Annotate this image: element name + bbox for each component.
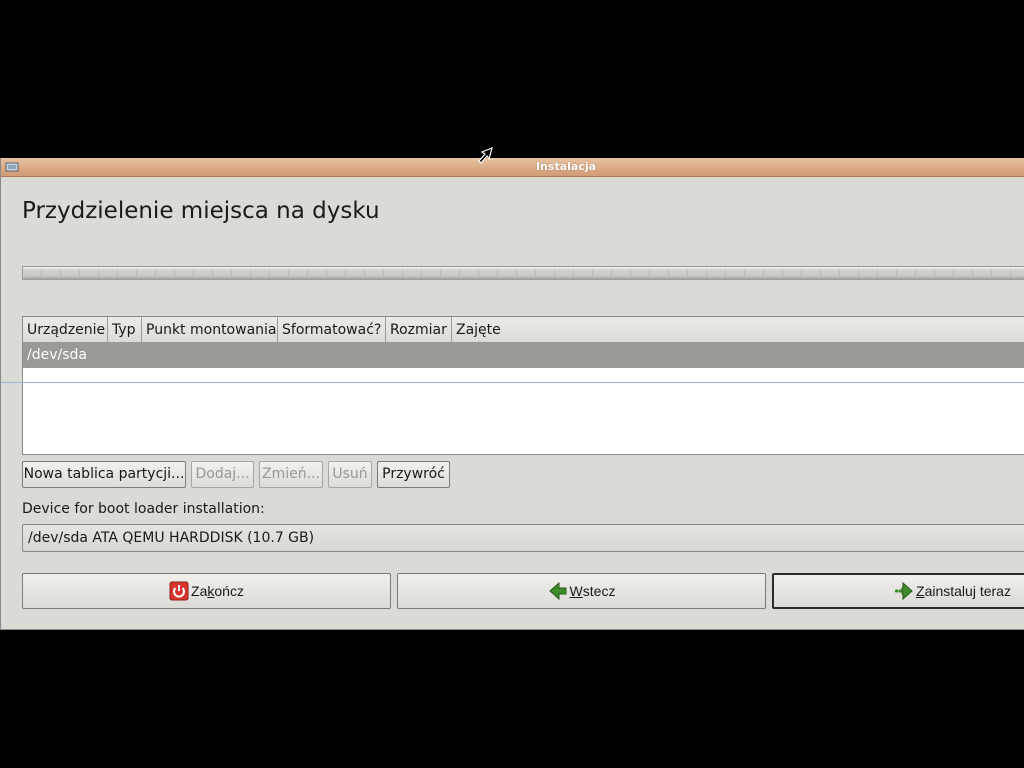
table-header: Urządzenie Typ Punkt montowania Sformato… [23,317,1024,343]
quit-label-mnemonic: k [207,583,215,599]
column-header-type[interactable]: Typ [108,317,142,342]
mouse-cursor-icon [478,146,493,164]
partition-table[interactable]: Urządzenie Typ Punkt montowania Sformato… [22,316,1024,455]
bootloader-device-select[interactable]: /dev/sda ATA QEMU HARDDISK (10.7 GB) [22,524,1024,552]
arrow-left-icon [548,581,567,601]
page-title: Przydzielenie miejsca na dysku [22,198,380,224]
back-button[interactable]: Wstecz [397,573,766,609]
new-partition-table-button[interactable]: Nowa tablica partycji... [22,461,186,488]
quit-label-suffix: ończ [214,583,244,599]
revert-button[interactable]: Przywróć [377,461,450,488]
desktop-screen: Instalacja Przydzielenie miejsca na dysk… [0,0,1024,768]
quit-button[interactable]: Za k ończ [22,573,391,609]
back-label-mnemonic: W [569,583,583,599]
row-device: /dev/sda [27,347,87,363]
table-row[interactable]: /dev/sda [23,343,1024,368]
install-now-button[interactable]: Zainstaluj teraz [772,573,1024,609]
column-header-used[interactable]: Zajęte [452,317,572,342]
column-header-format[interactable]: Sformatować? [278,317,386,342]
column-header-mount-point[interactable]: Punkt montowania [142,317,278,342]
install-label-suffix: ainstaluj teraz [924,583,1011,599]
window-titlebar[interactable]: Instalacja [1,158,1024,177]
bootloader-label: Device for boot loader installation: [22,501,265,517]
drag-drop-indicator [1,382,1024,383]
change-partition-button[interactable]: Zmień... [259,461,323,488]
back-label-suffix: stecz [582,583,616,599]
delete-partition-button[interactable]: Usuń [328,461,372,488]
partition-bar [22,266,1024,280]
column-header-device[interactable]: Urządzenie [23,317,108,342]
installer-window: Instalacja Przydzielenie miejsca na dysk… [0,158,1024,630]
add-partition-button[interactable]: Dodaj... [191,461,254,488]
column-header-size[interactable]: Rozmiar [386,317,452,342]
install-label-mnemonic: Z [916,583,925,599]
power-icon [169,581,189,601]
quit-label-prefix: Za [191,583,208,599]
arrow-right-icon [894,581,913,601]
window-title: Instalacja [535,160,597,173]
